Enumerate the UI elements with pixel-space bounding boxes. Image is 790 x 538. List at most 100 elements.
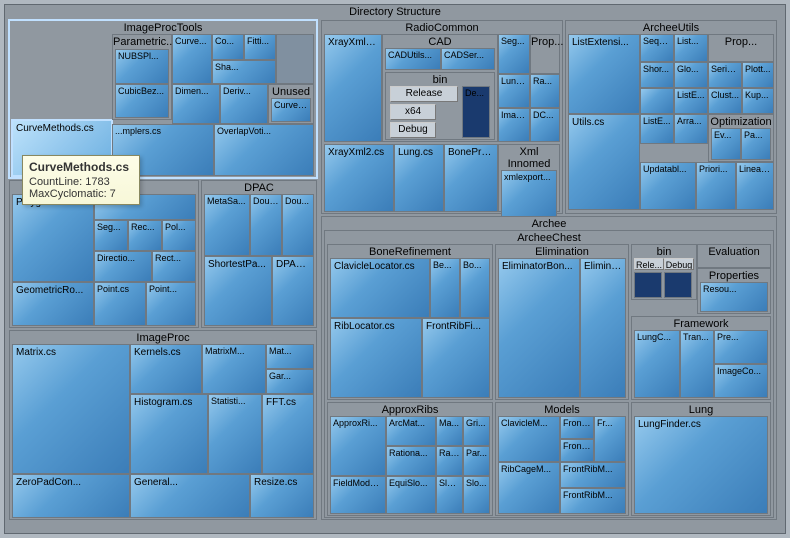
cell[interactable]: Ra...: [530, 74, 560, 108]
group-archee[interactable]: Archee ArcheeChest BoneRefinement Clavic…: [321, 216, 777, 520]
cell[interactable]: Lung...: [498, 74, 530, 108]
button-rele[interactable]: Rele...: [634, 258, 664, 270]
button-release[interactable]: Release: [390, 86, 458, 102]
cell[interactable]: Clust...: [708, 88, 742, 114]
cell[interactable]: Fr...: [594, 416, 626, 462]
cell[interactable]: Point.cs: [94, 282, 146, 326]
group-lung[interactable]: Lung LungFinder.cs: [631, 402, 771, 516]
cell[interactable]: Utils.cs: [568, 114, 640, 210]
cell[interactable]: Dimen...: [172, 84, 220, 124]
button-debug[interactable]: Debug: [390, 122, 436, 138]
cell[interactable]: Sha...: [212, 60, 276, 84]
cell[interactable]: Fitti...: [244, 34, 276, 60]
cell[interactable]: ListE...: [640, 114, 674, 144]
cell[interactable]: Par...: [463, 446, 490, 476]
cell[interactable]: RibLocator.cs: [330, 318, 422, 398]
group-archeeutils[interactable]: ArcheeUtils ListExtensi... Sequ... List.…: [565, 20, 777, 214]
cell[interactable]: ImageCo...: [714, 364, 768, 398]
group-models[interactable]: Models ClavicleM... Front... Front... Fr…: [495, 402, 629, 516]
cell[interactable]: ListE...: [674, 88, 708, 114]
cell[interactable]: CADSer...: [441, 48, 495, 70]
cell[interactable]: Rect...: [152, 251, 196, 282]
cell[interactable]: Be...: [430, 258, 460, 318]
cell[interactable]: Ma...: [436, 416, 463, 446]
group-parametric[interactable]: Parametric... NUBSPl... CubicBez...: [112, 34, 172, 120]
cell[interactable]: Gri...: [463, 416, 490, 446]
cell[interactable]: Plott...: [742, 62, 774, 88]
cell[interactable]: DPAC.cs: [272, 256, 314, 326]
cell[interactable]: Curve...: [172, 34, 212, 84]
group-prop-small[interactable]: Prop...: [530, 34, 560, 74]
group-framework[interactable]: Framework LungC... Tran... Pre... ImageC…: [631, 316, 771, 400]
cell[interactable]: [664, 272, 692, 298]
cell[interactable]: Seria...: [708, 62, 742, 88]
cell[interactable]: Front...: [560, 439, 594, 462]
cell[interactable]: EliminatorBon...: [498, 258, 580, 398]
cell[interactable]: NUBSPl...: [115, 49, 169, 84]
cell[interactable]: List...: [674, 34, 708, 62]
cell[interactable]: Tran...: [680, 330, 714, 398]
group-cad-bin[interactable]: bin Release x64 Debug De...: [385, 72, 495, 140]
cell[interactable]: RibCageM...: [498, 462, 560, 514]
cell[interactable]: ShortestPa...: [204, 256, 272, 326]
cell[interactable]: Co...: [212, 34, 244, 60]
cell[interactable]: Statisti...: [208, 394, 262, 474]
cell[interactable]: Resou...: [700, 282, 768, 312]
group-dpac[interactable]: DPAC MetaSa... Doub... Dou... ShortestPa…: [201, 180, 317, 328]
cell[interactable]: Rec...: [128, 220, 162, 251]
cell[interactable]: Doub...: [250, 194, 282, 256]
cell[interactable]: Sequ...: [640, 34, 674, 62]
cell[interactable]: [276, 34, 314, 84]
cell[interactable]: LungC...: [634, 330, 680, 398]
cell[interactable]: OverlapVoti...: [214, 124, 314, 176]
cell[interactable]: MetaSa...: [204, 194, 250, 256]
cell[interactable]: Directio...: [94, 251, 152, 282]
group-archee-bin[interactable]: bin Rele... Debug: [631, 244, 697, 300]
cell[interactable]: FrontRibM...: [560, 488, 626, 514]
cell[interactable]: ZeroPadCon...: [12, 474, 130, 518]
cell[interactable]: CubicBez...: [115, 84, 169, 118]
cell[interactable]: Kernels.cs: [130, 344, 202, 394]
cell[interactable]: Pre...: [714, 330, 768, 364]
cell[interactable]: Imag...: [498, 108, 530, 142]
cell[interactable]: ApproxRi...: [330, 416, 386, 476]
cell[interactable]: CurveF...: [271, 98, 311, 122]
group-optimization[interactable]: Optimization Ev... Pa...: [708, 114, 774, 162]
cell[interactable]: Linear...: [736, 162, 774, 210]
group-radiocommon[interactable]: RadioCommon CAD CADUtils... CADSer... bi…: [321, 20, 563, 214]
cell[interactable]: PolygonMeth...: [12, 194, 94, 282]
cell[interactable]: Resize.cs: [250, 474, 314, 518]
cell[interactable]: Pol...: [162, 220, 196, 251]
cell[interactable]: [634, 272, 662, 298]
cell[interactable]: LungFinder.cs: [634, 416, 768, 514]
cell[interactable]: Bo...: [460, 258, 490, 318]
cell[interactable]: Radi...: [436, 446, 463, 476]
cell[interactable]: Ev...: [711, 128, 741, 160]
group-unused[interactable]: Unused CurveF...: [268, 84, 314, 124]
group-imageproc[interactable]: ImageProc Matrix.cs Kernels.cs MatrixM..…: [9, 330, 317, 520]
cell[interactable]: Lung.cs: [394, 144, 444, 212]
group-properties[interactable]: Properties Resou...: [697, 268, 771, 314]
cell[interactable]: BonePro...: [444, 144, 498, 212]
button-debug2[interactable]: Debug: [664, 258, 694, 270]
cell[interactable]: ClavicleM...: [498, 416, 560, 462]
cell[interactable]: [640, 88, 674, 114]
group-elimination[interactable]: Elimination EliminatorBon... Elimina...: [495, 244, 629, 400]
cell[interactable]: DC...: [530, 108, 560, 142]
cell[interactable]: Slo...: [463, 476, 490, 514]
cell[interactable]: General...: [130, 474, 250, 518]
cell[interactable]: Arra...: [674, 114, 708, 144]
cell[interactable]: XrayXml.cs: [324, 34, 382, 142]
cell[interactable]: FieldModel...: [330, 476, 386, 514]
cell[interactable]: Dou...: [282, 194, 314, 256]
cell[interactable]: Deriv...: [220, 84, 268, 124]
group-approxribs[interactable]: ApproxRibs ApproxRi... ArcMat... Ma... G…: [327, 402, 493, 516]
cell[interactable]: Slop...: [436, 476, 463, 514]
cell[interactable]: Seg...: [498, 34, 530, 74]
cell[interactable]: Gar...: [266, 369, 314, 394]
cell[interactable]: Shor...: [640, 62, 674, 88]
cell[interactable]: Seg...: [94, 220, 128, 251]
button-x64[interactable]: x64: [390, 104, 436, 120]
group-prop[interactable]: Prop...: [708, 34, 774, 62]
group-cad[interactable]: CAD CADUtils... CADSer... bin Release x6…: [382, 34, 498, 142]
